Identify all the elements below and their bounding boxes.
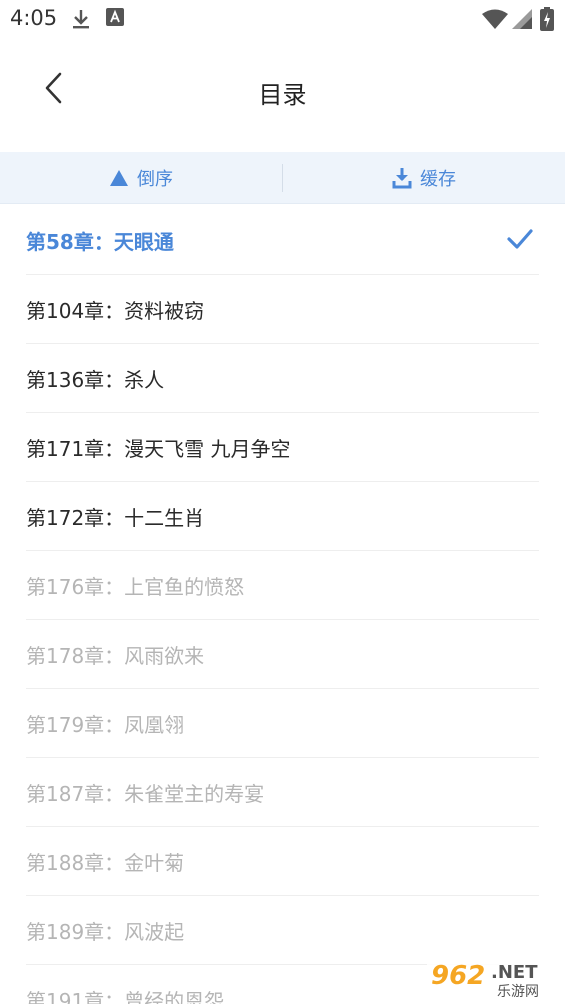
chapter-item[interactable]: 第176章：上官鱼的愤怒 (26, 551, 539, 620)
status-bar: 4:05 (0, 0, 565, 38)
chapter-item[interactable]: 第172章：十二生肖 (26, 482, 539, 551)
chapter-title: 第179章：凤凰翎 (26, 712, 185, 737)
wifi-icon (482, 9, 508, 33)
signal-icon (512, 9, 532, 33)
chapter-item[interactable]: 第136章：杀人 (26, 344, 539, 413)
download-icon (392, 168, 412, 189)
chapter-item[interactable]: 第187章：朱雀堂主的寿宴 (26, 758, 539, 827)
chapter-list: 第58章：天眼通第104章：资料被窃 第136章：杀人第171章：漫天飞雪 九月争… (0, 206, 565, 1004)
toolbar: 倒序 缓存 (0, 152, 565, 204)
battery-icon (540, 7, 554, 35)
chapter-title: 第104章：资料被窃 (26, 298, 205, 323)
chapter-title: 第172章：十二生肖 (26, 505, 205, 530)
svg-text:962: 962 (431, 961, 485, 991)
chapter-item[interactable]: 第171章：漫天飞雪 九月争空 (26, 413, 539, 482)
cache-button[interactable]: 缓存 (283, 152, 565, 204)
chapter-item-current[interactable]: 第58章：天眼通 (26, 206, 539, 275)
chapter-item[interactable]: 第104章：资料被窃 (26, 275, 539, 344)
chapter-title: 第136章：杀人 (26, 367, 165, 392)
chapter-title: 第189章：风波起 (26, 919, 185, 944)
reverse-order-label: 倒序 (137, 169, 173, 190)
chapter-item[interactable]: 第179章：凤凰翎 (26, 689, 539, 758)
font-icon (106, 8, 124, 30)
download-icon (71, 8, 91, 34)
checkmark-icon (507, 228, 533, 255)
chapter-item[interactable]: 第189章：风波起 (26, 896, 539, 965)
svg-text:乐游网: 乐游网 (497, 984, 539, 1000)
header: 目录 (0, 38, 565, 150)
watermark-logo: 962 .NET 乐游网 (427, 956, 559, 1000)
reverse-order-button[interactable]: 倒序 (0, 152, 282, 204)
svg-text:.NET: .NET (491, 962, 538, 983)
chapter-item[interactable]: 第178章：风雨欲来 (26, 620, 539, 689)
chapter-item[interactable]: 第188章：金叶菊 (26, 827, 539, 896)
page-title: 目录 (258, 81, 307, 109)
triangle-up-icon (110, 170, 128, 186)
chapter-title: 第191章：曾经的恩怨 (26, 988, 225, 1004)
cache-label: 缓存 (420, 169, 456, 190)
chapter-title: 第188章：金叶菊 (26, 850, 185, 875)
chapter-title: 第178章：风雨欲来 (26, 643, 205, 668)
status-time: 4:05 (10, 6, 58, 30)
chapter-title: 第58章：天眼通 (26, 229, 174, 254)
chapter-title: 第171章：漫天飞雪 九月争空 (26, 436, 291, 461)
chapter-title: 第176章：上官鱼的愤怒 (26, 574, 245, 599)
chapter-title: 第187章：朱雀堂主的寿宴 (26, 781, 265, 806)
